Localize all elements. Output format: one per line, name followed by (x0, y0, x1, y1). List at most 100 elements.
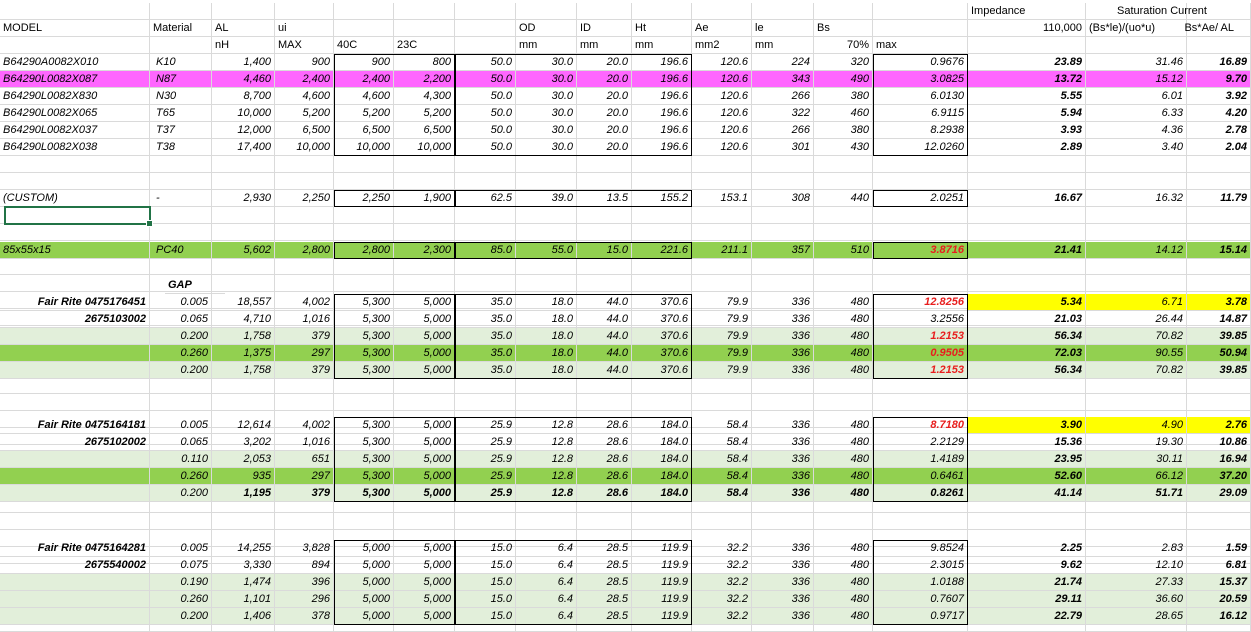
empty-cell[interactable] (455, 224, 516, 241)
row-value[interactable]: 15.0 (455, 540, 516, 557)
row-model-label[interactable] (0, 468, 150, 485)
row-value[interactable]: 9.62 (968, 557, 1086, 574)
row-value[interactable]: 4,710 (212, 311, 275, 328)
row-model-label[interactable] (0, 451, 150, 468)
row-value[interactable]: 1.2153 (873, 362, 968, 379)
row-model-label[interactable]: (CUSTOM) (0, 190, 150, 207)
row-gap[interactable]: 0.190 (150, 574, 212, 591)
row-value[interactable]: 12,614 (212, 417, 275, 434)
row-value[interactable]: 4,002 (275, 294, 334, 311)
row-value[interactable]: 44.0 (577, 294, 632, 311)
row-value[interactable]: 15.0 (455, 574, 516, 591)
row-value[interactable]: 20.0 (577, 105, 632, 122)
row-value[interactable]: 10.86 (1187, 434, 1251, 451)
row-value[interactable]: 120.6 (692, 105, 752, 122)
row-value[interactable]: 2,250 (275, 190, 334, 207)
empty-cell[interactable] (692, 513, 752, 530)
row-value[interactable]: 2,300 (394, 242, 455, 259)
row-value[interactable]: 224 (752, 54, 814, 71)
row-value[interactable]: 120.6 (692, 71, 752, 88)
row-value[interactable]: 119.9 (632, 540, 692, 557)
row-value[interactable]: 11.79 (1187, 190, 1251, 207)
empty-cell[interactable] (752, 377, 814, 394)
material-header[interactable]: Material (150, 20, 212, 37)
row-gap[interactable]: 0.260 (150, 468, 212, 485)
row-value[interactable]: 3.92 (1187, 88, 1251, 105)
row-value[interactable]: 480 (814, 311, 873, 328)
row-model-label[interactable]: Fair Rite 0475164181 (0, 417, 150, 434)
empty-cell[interactable] (150, 156, 212, 173)
row-value[interactable]: 2.25 (968, 540, 1086, 557)
empty-cell[interactable] (1086, 224, 1187, 241)
row-value[interactable]: 20.0 (577, 122, 632, 139)
empty-cell[interactable] (394, 3, 455, 20)
row-value[interactable]: 5,000 (394, 485, 455, 502)
row-value[interactable]: 894 (275, 557, 334, 574)
empty-cell[interactable] (0, 275, 150, 292)
row-value[interactable]: 35.0 (455, 362, 516, 379)
row-value[interactable]: 4,600 (334, 88, 394, 105)
empty-cell[interactable] (692, 394, 752, 411)
row-model-label[interactable] (0, 328, 150, 345)
row-value[interactable]: 370.6 (632, 294, 692, 311)
row-value[interactable]: 0.9717 (873, 608, 968, 625)
row-value[interactable]: 15.12 (1086, 71, 1187, 88)
row-value[interactable]: 28.6 (577, 451, 632, 468)
row-value[interactable]: 19.30 (1086, 434, 1187, 451)
empty-cell[interactable] (968, 173, 1086, 190)
row-value[interactable]: 1,195 (212, 485, 275, 502)
row-value[interactable]: 5,000 (394, 591, 455, 608)
row-gap[interactable]: 0.005 (150, 294, 212, 311)
row-value[interactable]: 3.78 (1187, 294, 1251, 311)
row-value[interactable]: 20.0 (577, 88, 632, 105)
row-value[interactable]: 184.0 (632, 417, 692, 434)
empty-cell[interactable] (632, 377, 692, 394)
row-value[interactable]: 6.4 (516, 608, 577, 625)
row-value[interactable]: 28.5 (577, 608, 632, 625)
row-gap[interactable]: 0.065 (150, 311, 212, 328)
empty-cell[interactable] (968, 156, 1086, 173)
empty-cell[interactable] (212, 156, 275, 173)
empty-cell[interactable] (334, 377, 394, 394)
empty-cell[interactable] (275, 513, 334, 530)
empty-cell[interactable] (150, 377, 212, 394)
row-gap[interactable]: 0.005 (150, 540, 212, 557)
row-value[interactable]: 5,000 (394, 417, 455, 434)
empty-cell[interactable] (1086, 37, 1187, 54)
empty-cell[interactable] (1187, 224, 1251, 241)
row-value[interactable]: 58.4 (692, 451, 752, 468)
row-value[interactable]: 480 (814, 328, 873, 345)
row-value[interactable]: 85.0 (455, 242, 516, 259)
row-gap[interactable]: 0.200 (150, 328, 212, 345)
row-value[interactable]: 4,460 (212, 71, 275, 88)
empty-cell[interactable] (873, 275, 968, 292)
empty-cell[interactable] (516, 394, 577, 411)
row-model-label[interactable]: 2675102002 (0, 434, 150, 451)
row-value[interactable]: 5,300 (334, 311, 394, 328)
empty-cell[interactable] (577, 394, 632, 411)
empty-cell[interactable] (692, 258, 752, 275)
empty-cell[interactable] (873, 513, 968, 530)
empty-cell[interactable] (577, 377, 632, 394)
row-value[interactable]: 5,000 (394, 434, 455, 451)
empty-cell[interactable] (455, 3, 516, 20)
row-model-label[interactable]: B64290L0082X038 (0, 139, 150, 156)
empty-cell[interactable] (394, 377, 455, 394)
id-unit[interactable]: mm (577, 37, 632, 54)
row-value[interactable]: 1,758 (212, 362, 275, 379)
empty-cell[interactable] (275, 207, 334, 224)
row-value[interactable]: 153.1 (692, 190, 752, 207)
row-value[interactable]: 1,375 (212, 345, 275, 362)
empty-cell[interactable] (577, 156, 632, 173)
row-value[interactable]: 184.0 (632, 451, 692, 468)
empty-cell[interactable] (150, 207, 212, 224)
row-value[interactable]: 15.0 (577, 242, 632, 259)
row-value[interactable]: 5,300 (334, 328, 394, 345)
row-material[interactable]: K10 (150, 54, 212, 71)
row-value[interactable]: 196.6 (632, 139, 692, 156)
row-value[interactable]: 430 (814, 139, 873, 156)
row-value[interactable]: 1,101 (212, 591, 275, 608)
row-value[interactable]: 480 (814, 540, 873, 557)
row-value[interactable]: 10,000 (275, 139, 334, 156)
row-value[interactable]: 79.9 (692, 345, 752, 362)
